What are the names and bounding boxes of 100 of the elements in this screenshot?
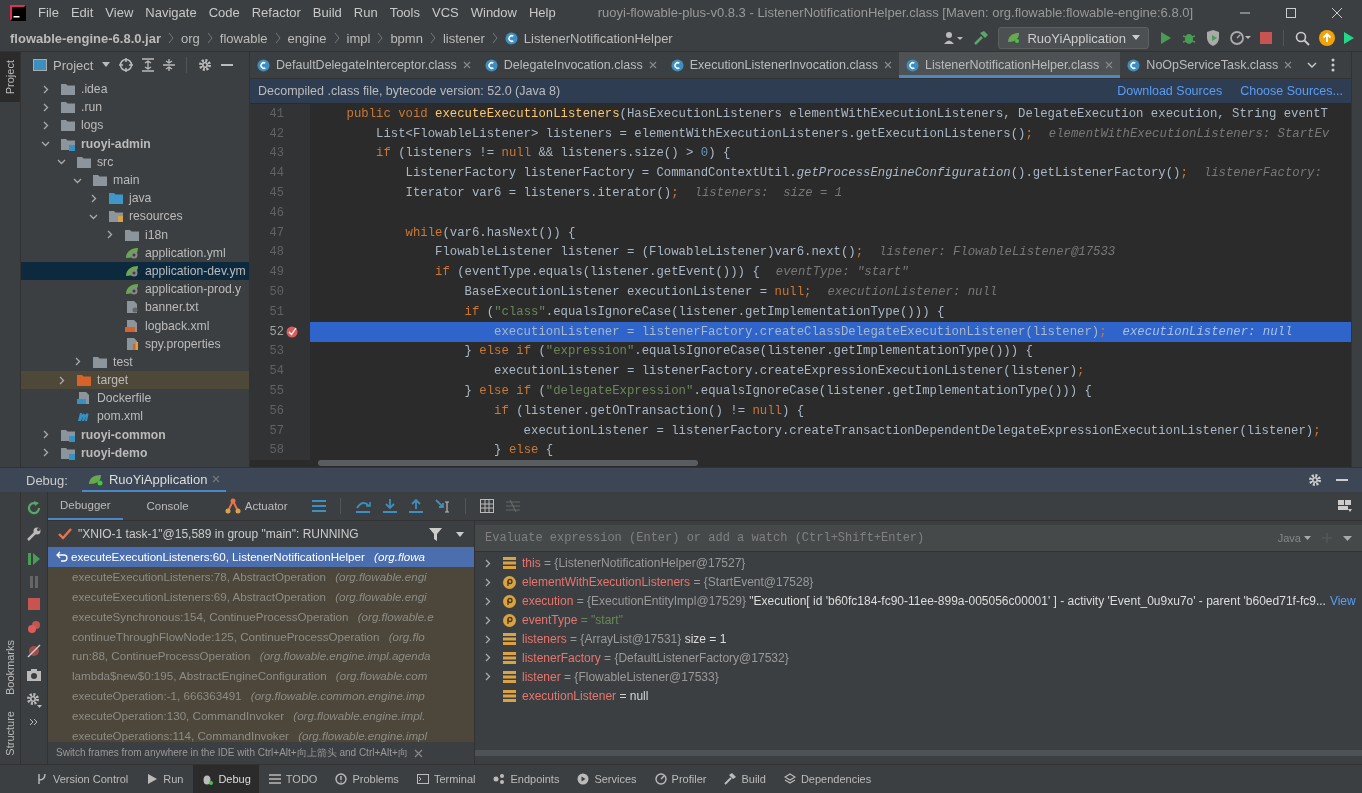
breadcrumb-item[interactable]: org xyxy=(181,30,200,46)
layout-icon[interactable] xyxy=(1338,500,1352,512)
close-icon[interactable] xyxy=(648,61,657,69)
close-icon[interactable] xyxy=(1332,7,1342,18)
chevron-right-icon[interactable] xyxy=(105,230,114,240)
tree-item[interactable]: ruoyi-admin xyxy=(21,134,249,153)
breadcrumb-item[interactable]: flowable xyxy=(219,30,268,46)
resume-icon[interactable] xyxy=(27,552,41,566)
camera-icon[interactable] xyxy=(26,668,42,682)
menu-item[interactable]: File xyxy=(38,5,59,20)
tree-item[interactable]: .idea xyxy=(21,80,249,99)
debug-session-tab[interactable]: RuoYiApplication xyxy=(81,468,227,492)
caret-icon[interactable] xyxy=(102,62,111,68)
banner-link[interactable]: Download Sources xyxy=(1117,84,1223,98)
menu-item[interactable]: VCS xyxy=(432,5,459,20)
chevron-right-icon[interactable] xyxy=(89,193,98,203)
chevron-right-icon[interactable] xyxy=(41,448,50,458)
tree-item[interactable]: application-dev.ym xyxy=(21,261,249,281)
view-link[interactable]: View xyxy=(1329,594,1356,609)
scrollbar-thumb[interactable] xyxy=(318,460,698,467)
tool-window-button[interactable]: Problems xyxy=(327,765,407,793)
menu-item[interactable]: Navigate xyxy=(145,5,197,20)
mute-breakpoints-icon[interactable] xyxy=(27,644,41,658)
settings-icon[interactable] xyxy=(26,692,42,708)
menu-item[interactable]: Code xyxy=(208,5,240,20)
panel-title[interactable]: Project xyxy=(53,57,94,73)
table-icon[interactable] xyxy=(479,499,494,513)
settings-icon[interactable] xyxy=(198,58,213,72)
tree-item[interactable]: i18n xyxy=(21,225,249,244)
tool-window-button[interactable]: Services xyxy=(569,765,645,793)
menu-item[interactable]: Edit xyxy=(70,5,94,20)
tool-window-button[interactable]: Debug xyxy=(193,765,259,793)
tree-item[interactable]: java xyxy=(21,189,249,208)
tree-item[interactable]: logs xyxy=(21,116,249,135)
chevron-right-icon[interactable] xyxy=(41,102,50,112)
tree-item[interactable]: .run xyxy=(21,98,249,117)
chevron-right-icon[interactable] xyxy=(483,577,492,587)
variable-entry[interactable]: elementWithExecutionListeners = {StartEvent@17528} xyxy=(522,575,814,590)
menu-item[interactable]: Tools xyxy=(389,5,420,20)
variable-entry[interactable]: this = {ListenerNotificationHelper@17527} xyxy=(522,556,746,571)
tree-item[interactable]: main xyxy=(21,170,249,190)
variable-entry[interactable]: listenerFactory = {DefaultListenerFactory@17532} xyxy=(522,650,789,665)
step-into-icon[interactable] xyxy=(382,499,397,513)
tool-window-button[interactable]: Run xyxy=(138,765,192,793)
run-to-cursor-icon[interactable] xyxy=(434,499,451,513)
variable-entry[interactable]: execution = {ExecutionEntityImpl@17529} "Execution[ id 'b60fc184-fc90-11ee-899a-005056c00001' ] - activity 'Event_0u9xu7o' - parent 'b60ed71f-fc9... xyxy=(522,594,1326,609)
close-icon[interactable] xyxy=(413,748,423,758)
thread-selector[interactable]: "XNIO-1 task-1"@15,589 in group "main": RUNNING xyxy=(48,521,398,547)
wrench-icon[interactable] xyxy=(26,526,42,542)
chevron-right-icon[interactable] xyxy=(41,430,50,440)
breadcrumb-item[interactable]: impl xyxy=(346,30,371,46)
chevron-right-icon[interactable] xyxy=(483,653,492,663)
hammer-icon[interactable] xyxy=(973,30,990,46)
close-icon[interactable] xyxy=(1284,61,1293,69)
user-icon[interactable] xyxy=(944,31,965,45)
collapse-all-icon[interactable] xyxy=(163,58,176,72)
tree-item[interactable]: logback.xml xyxy=(21,316,249,335)
maximize-icon[interactable] xyxy=(1286,7,1296,18)
menu-item[interactable]: Window xyxy=(470,5,517,20)
tree-item[interactable]: ruoyi-demo xyxy=(21,443,249,462)
chevron-right-icon[interactable] xyxy=(41,84,50,94)
tree-item[interactable]: banner.txt xyxy=(21,298,249,317)
tree-item[interactable]: spy.properties xyxy=(21,334,249,353)
double-chevron-icon[interactable] xyxy=(29,718,39,726)
step-out-icon[interactable] xyxy=(408,499,423,513)
debugger-tab[interactable]: Actuator xyxy=(212,492,300,520)
chevron-down-icon[interactable] xyxy=(41,139,50,149)
chevron-right-icon[interactable] xyxy=(57,375,66,385)
gauge-icon[interactable] xyxy=(1229,30,1251,46)
tree-item[interactable]: target xyxy=(21,371,249,390)
update-icon[interactable] xyxy=(1319,30,1335,46)
tree-item[interactable]: application-prod.y xyxy=(21,280,249,299)
menu-item[interactable]: Help xyxy=(528,5,556,20)
editor-tab[interactable]: DefaultDelegateInterceptor.class xyxy=(250,52,478,78)
editor-tab[interactable]: DelegateInvocation.class xyxy=(477,52,664,78)
variable-entry[interactable]: listener = {FlowableListener@17533} xyxy=(522,669,719,684)
breakpoint-icon[interactable] xyxy=(286,325,298,338)
editor-tab[interactable]: ListenerNotificationHelper.class xyxy=(898,52,1121,78)
editor-tab[interactable]: ExecutionListenerInvocation.class xyxy=(663,52,899,78)
list-icon[interactable] xyxy=(311,500,326,512)
tool-window-button[interactable]: Endpoints xyxy=(485,765,568,793)
menu-item[interactable]: Run xyxy=(353,5,378,20)
step-over-icon[interactable] xyxy=(354,499,371,513)
tree-item[interactable]: pom.xml xyxy=(21,407,249,426)
tool-window-button[interactable]: Version Control xyxy=(28,765,137,793)
caret-icon[interactable] xyxy=(1343,535,1352,541)
stack-frame[interactable]: executeExecutionListeners:60, ListenerNotificationHelper (org.flowa xyxy=(48,547,474,567)
chevron-down-icon[interactable] xyxy=(1307,62,1318,68)
tool-window-tab[interactable]: Bookmarks xyxy=(0,632,20,704)
banner-link[interactable]: Choose Sources... xyxy=(1240,84,1343,98)
tool-window-tab[interactable]: Structure xyxy=(0,703,20,764)
minimize-icon[interactable] xyxy=(1336,478,1348,482)
variable-entry[interactable]: eventType = "start" xyxy=(522,613,623,628)
chevron-right-icon[interactable] xyxy=(73,357,82,367)
tool-window-tab[interactable]: Project xyxy=(0,52,20,103)
tree-item[interactable]: ruoyi-common xyxy=(21,425,249,444)
menu-item[interactable]: Refactor xyxy=(251,5,301,20)
tree-item[interactable]: resources xyxy=(21,207,249,226)
breadcrumb-item[interactable]: bpmn xyxy=(390,30,423,46)
chevron-right-icon[interactable] xyxy=(483,615,492,625)
